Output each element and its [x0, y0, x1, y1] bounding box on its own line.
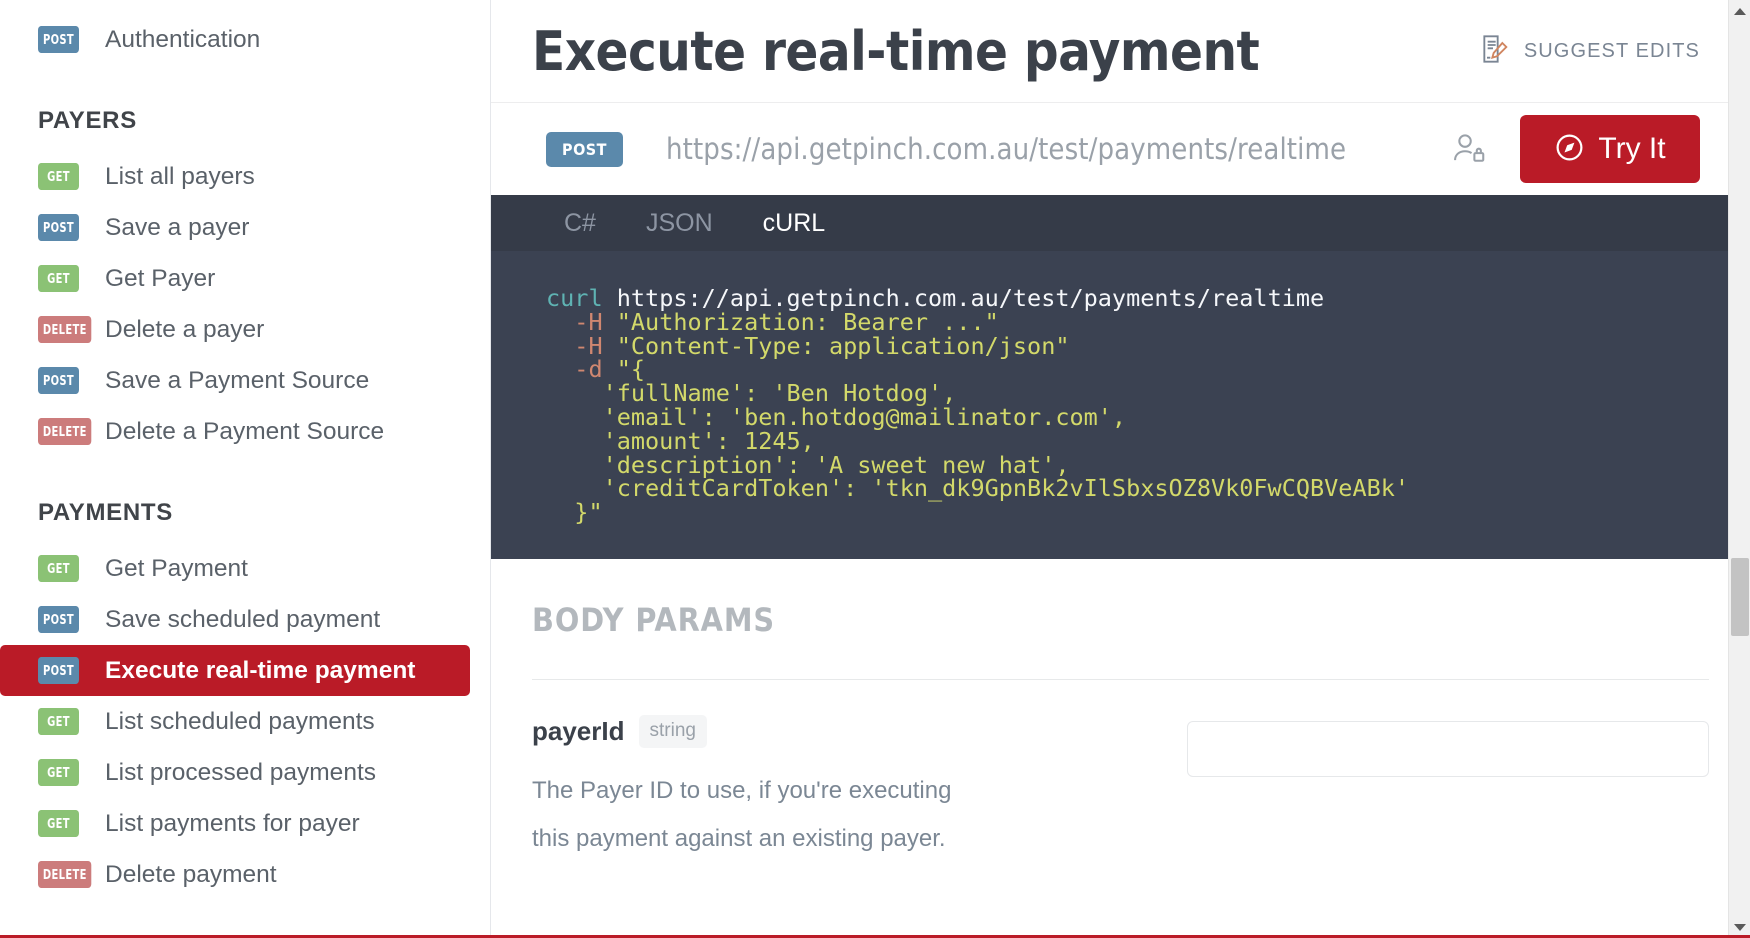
sidebar-item-authentication[interactable]: POST Authentication: [0, 14, 490, 65]
method-badge-post: POST: [38, 367, 79, 394]
sidebar-item-label: Save a payer: [105, 213, 250, 241]
endpoint-url-text[interactable]: https://api.getpinch.com.au/test/payment…: [666, 132, 1346, 166]
param-value-input[interactable]: [1187, 720, 1709, 777]
sidebar-item-label: List scheduled payments: [105, 707, 375, 735]
tab-curl[interactable]: cURL: [745, 209, 844, 238]
chevron-up-icon[interactable]: [1729, 0, 1750, 22]
code-token-body-credit-card-token: 'creditCardToken': 'tkn_dk9GpnBk2vIlSbxs…: [602, 474, 1410, 503]
sidebar-item-label: Save scheduled payment: [105, 605, 381, 633]
endpoint-method-badge: POST: [546, 131, 623, 167]
scrollbar-thumb[interactable]: [1731, 558, 1749, 636]
tab-csharp[interactable]: C#: [546, 209, 614, 238]
method-badge-wrap: DELETE: [38, 861, 92, 888]
tab-json[interactable]: JSON: [628, 209, 731, 238]
code-token-body-close: }": [574, 498, 603, 527]
sidebar-item-list-scheduled-payments[interactable]: GET List scheduled payments: [0, 696, 490, 747]
sidebar-item-label: Get Payment: [105, 554, 248, 582]
sidebar-item-label: Delete a payer: [105, 315, 265, 343]
document-pencil-icon: [1479, 33, 1511, 70]
endpoint-url-bar: POST https://api.getpinch.com.au/test/pa…: [491, 103, 1750, 195]
sidebar-item-label: Get Payer: [105, 264, 216, 292]
method-badge-wrap: GET: [38, 265, 88, 292]
method-badge-post: POST: [38, 214, 79, 241]
code-language-tabs: C# JSON cURL: [491, 195, 1750, 251]
sidebar-item-label: Execute real-time payment: [105, 656, 416, 684]
page-header: Execute real-time payment SUGGEST EDITS: [491, 0, 1750, 103]
sidebar-item-get-payer[interactable]: GET Get Payer: [0, 253, 490, 304]
sidebar-item-save-a-payer[interactable]: POST Save a payer: [0, 202, 490, 253]
sidebar-item-list-processed-payments[interactable]: GET List processed payments: [0, 747, 490, 798]
method-badge-wrap: POST: [38, 26, 88, 53]
param-row: payerId string The Payer ID to use, if y…: [532, 680, 1750, 863]
sidebar-item-save-a-payment-source[interactable]: POST Save a Payment Source: [0, 355, 490, 406]
method-badge-wrap: DELETE: [38, 316, 92, 343]
method-badge-get: GET: [38, 555, 79, 582]
compass-target-icon: [1554, 132, 1585, 166]
method-badge-get: GET: [38, 163, 79, 190]
method-badge-wrap: POST: [38, 606, 88, 633]
method-badge-get: GET: [38, 708, 79, 735]
param-name: payerId: [532, 715, 625, 746]
sidebar-item-delete-a-payer[interactable]: DELETE Delete a payer: [0, 304, 490, 355]
method-badge-get: GET: [38, 759, 79, 786]
method-badge-post: POST: [38, 26, 79, 53]
sidebar-item-list-payments-for-payer[interactable]: GET List payments for payer: [0, 798, 490, 849]
sidebar-item-save-scheduled-payment[interactable]: POST Save scheduled payment: [0, 594, 490, 645]
method-badge-delete: DELETE: [38, 316, 92, 343]
method-badge-delete: DELETE: [38, 418, 92, 445]
method-badge-wrap: GET: [38, 810, 88, 837]
page-scrollbar[interactable]: [1728, 0, 1750, 938]
method-badge-wrap: GET: [38, 708, 88, 735]
sidebar-item-label: Authentication: [105, 25, 261, 53]
body-params-section: BODY PARAMS payerId string The Payer ID …: [491, 558, 1750, 863]
param-info: payerId string The Payer ID to use, if y…: [532, 714, 1132, 863]
method-badge-wrap: GET: [38, 759, 88, 786]
sidebar-item-execute-real-time-payment[interactable]: POST Execute real-time payment: [0, 645, 470, 696]
method-badge-wrap: GET: [38, 163, 88, 190]
sidebar-item-delete-payment[interactable]: DELETE Delete payment: [0, 849, 490, 900]
method-badge-get: GET: [38, 810, 79, 837]
code-token-header-content-type: "Content-Type: application/json": [616, 331, 1070, 360]
method-badge-post: POST: [38, 606, 79, 633]
sidebar-group-title-payments: PAYMENTS: [38, 499, 173, 526]
sidebar-group-title-payers: PAYERS: [38, 107, 137, 134]
code-sample-block: C# JSON cURL curl https://api.getpinch.c…: [491, 195, 1750, 559]
page-title: Execute real-time payment: [532, 19, 1260, 83]
method-badge-wrap: GET: [38, 555, 88, 582]
sidebar-navigation: POST Authentication PAYERS GET List all …: [0, 0, 491, 938]
method-badge-wrap: POST: [38, 657, 88, 684]
body-params-title: BODY PARAMS: [532, 600, 776, 639]
sidebar-item-label: List all payers: [105, 162, 255, 190]
param-type-badge: string: [638, 714, 707, 748]
main-content: Execute real-time payment SUGGEST EDITS …: [491, 0, 1750, 938]
sidebar-item-label: Save a Payment Source: [105, 366, 370, 394]
try-it-label: Try It: [1598, 132, 1666, 165]
code-token-flag-d: -d: [574, 355, 603, 384]
sidebar-item-list-all-payers[interactable]: GET List all payers: [0, 151, 490, 202]
user-lock-icon[interactable]: [1450, 130, 1488, 168]
method-badge-wrap: POST: [38, 214, 88, 241]
method-badge-post: POST: [38, 657, 79, 684]
sidebar-item-delete-a-payment-source[interactable]: DELETE Delete a Payment Source: [0, 406, 490, 457]
method-badge-delete: DELETE: [38, 861, 92, 888]
param-description: The Payer ID to use, if you're executing…: [532, 776, 952, 852]
try-it-button[interactable]: Try It: [1520, 115, 1700, 183]
sidebar-item-get-payment[interactable]: GET Get Payment: [0, 543, 490, 594]
method-badge-wrap: DELETE: [38, 418, 92, 445]
sidebar-item-label: List processed payments: [105, 758, 376, 786]
api-docs-page: POST Authentication PAYERS GET List all …: [0, 0, 1750, 938]
sidebar-item-label: Delete a Payment Source: [105, 417, 385, 445]
sidebar-item-label: Delete payment: [105, 860, 277, 888]
suggest-edits-button[interactable]: SUGGEST EDITS: [1479, 33, 1700, 70]
sidebar-item-label: List payments for payer: [105, 809, 360, 837]
method-badge-get: GET: [38, 265, 79, 292]
suggest-edits-label: SUGGEST EDITS: [1523, 39, 1700, 62]
param-name-line: payerId string: [532, 714, 1132, 748]
code-sample-text[interactable]: curl https://api.getpinch.com.au/test/pa…: [491, 251, 1750, 559]
method-badge-wrap: POST: [38, 367, 88, 394]
